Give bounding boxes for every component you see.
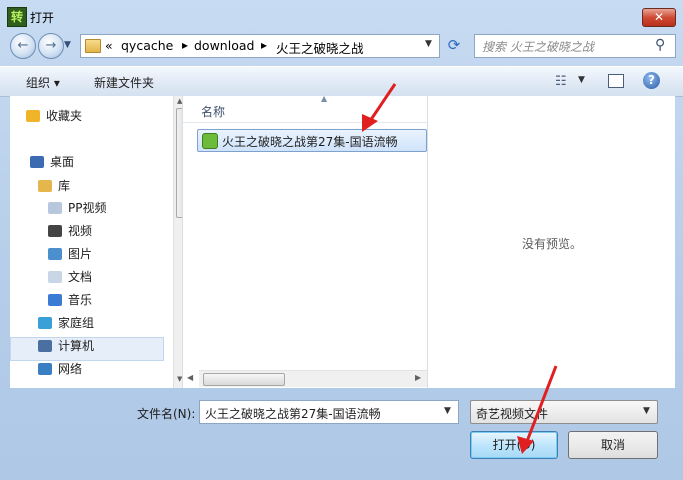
annotation-overlay [362,83,558,454]
annotation-arrow-file [362,83,397,132]
open-file-dialog: 转 打开 ✕ ← → ▼ « qycache ▸ download ▸ 火王之破… [0,0,683,480]
annotation-arrow-open [517,365,558,454]
